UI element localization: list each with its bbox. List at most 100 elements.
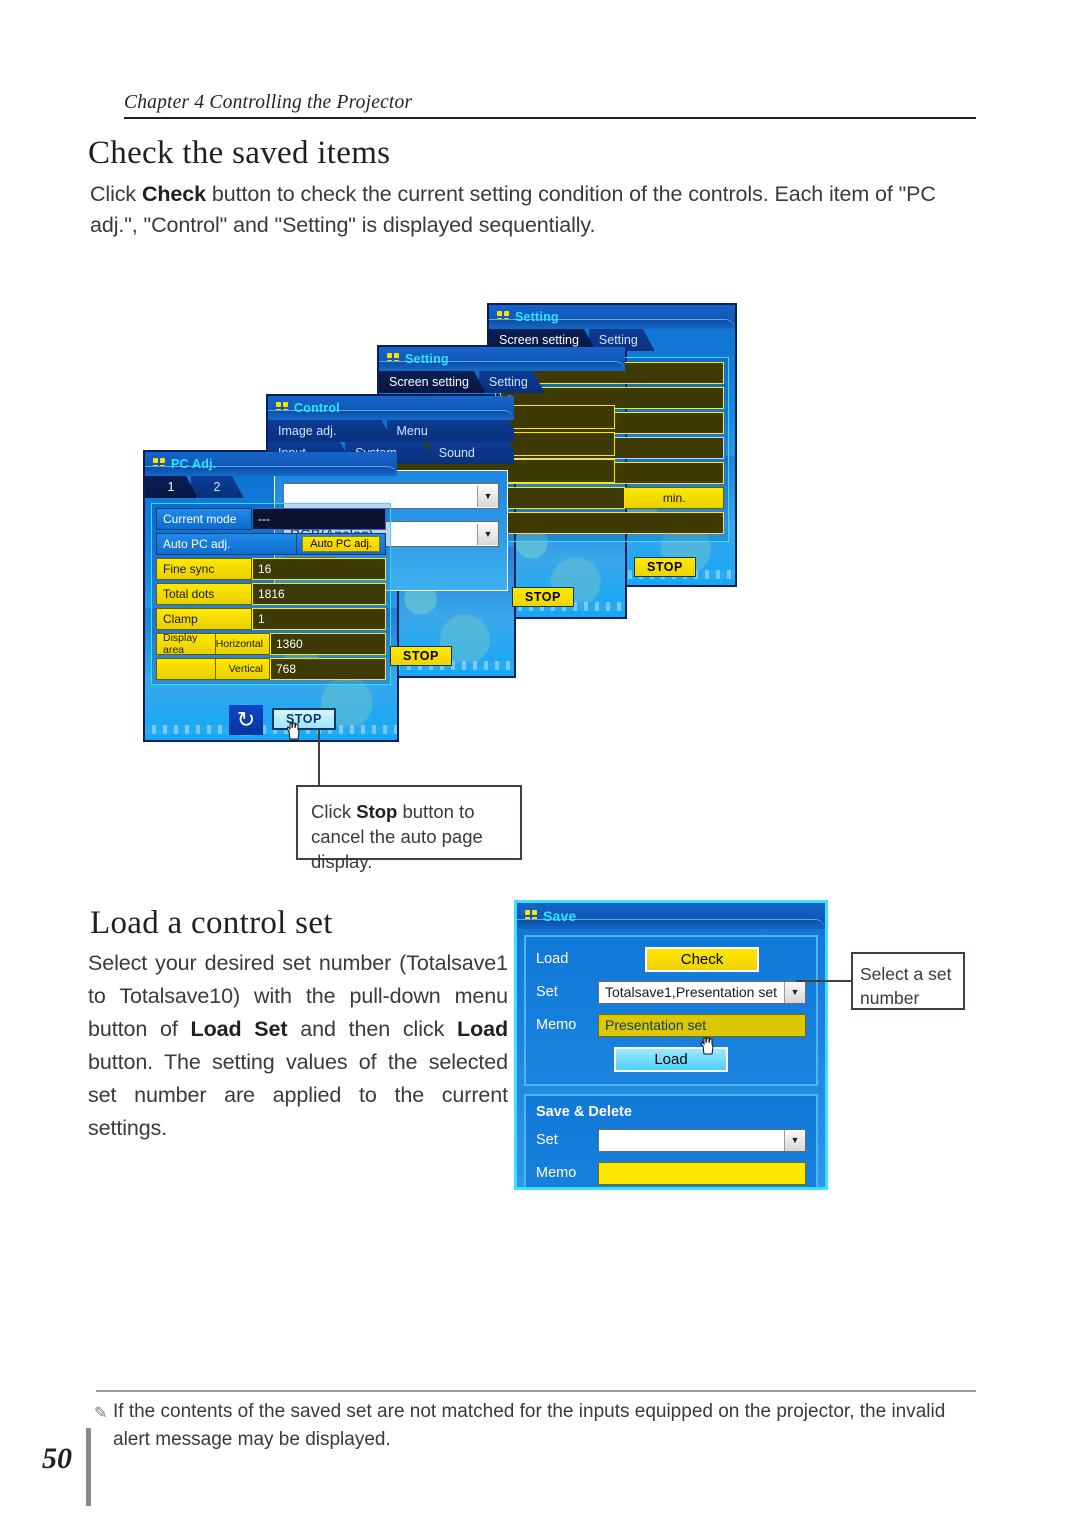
window-save[interactable]: Save Load Check Set Totalsave1,Presentat… — [514, 900, 828, 1190]
load-set-row: Set Totalsave1,Presentation set ▼ — [536, 978, 806, 1006]
set-label: Set — [536, 984, 558, 1000]
row-value: 1 — [252, 608, 386, 630]
row-display-area-vertical[interactable]: Vertical 768 — [156, 658, 386, 680]
setting-row[interactable] — [500, 512, 724, 534]
chevron-down-icon[interactable]: ▼ — [784, 1129, 805, 1151]
row-total-dots[interactable]: Total dots 1816 — [156, 583, 386, 605]
app-dots-icon — [525, 910, 537, 922]
setting-unit: min. — [625, 487, 724, 509]
memo-label: Memo — [536, 1017, 577, 1033]
row-label: Display area — [156, 632, 216, 656]
row-clamp[interactable]: Clamp 1 — [156, 608, 386, 630]
tab-1[interactable]: 1 — [145, 476, 198, 498]
check-button[interactable]: Check — [645, 946, 759, 972]
callout-leader-line — [796, 980, 853, 982]
row-fine-sync[interactable]: Fine sync 16 — [156, 558, 386, 580]
row-value: 768 — [270, 658, 386, 680]
app-dots-icon — [276, 402, 288, 414]
window-title: PC Adj. — [171, 457, 217, 471]
footer-rule — [96, 1390, 976, 1392]
tab-row: 1 2 — [145, 476, 397, 498]
setting-value — [500, 487, 626, 509]
pencil-icon: ✎ — [94, 1405, 108, 1422]
load-memo-field[interactable]: Presentation set — [598, 1013, 806, 1037]
row-label — [156, 658, 216, 680]
callout-select-set-number: Select a set number — [851, 952, 965, 1010]
stop-button[interactable]: STOP — [272, 708, 336, 730]
row-value: 1816 — [252, 583, 386, 605]
tab-2[interactable]: 2 — [191, 476, 244, 498]
window-title: Setting — [405, 352, 449, 366]
chevron-down-icon[interactable]: ▼ — [784, 981, 805, 1003]
stop-button[interactable]: STOP — [634, 557, 696, 577]
chevron-down-icon[interactable]: ▼ — [477, 523, 498, 545]
row-current-mode[interactable]: Current mode --- — [156, 508, 386, 530]
window-pc-adj[interactable]: PC Adj. 1 2 Current mode --- Auto PC adj… — [143, 450, 399, 742]
load-button-row: Load — [536, 1044, 806, 1074]
row-sublabel: Vertical — [216, 658, 270, 680]
row-value: --- — [252, 508, 386, 530]
save-memo-field[interactable] — [598, 1161, 806, 1185]
auto-pc-adj-cell: Auto PC adj. — [297, 533, 386, 555]
load-set-select[interactable]: Totalsave1,Presentation set ▼ — [598, 980, 806, 1004]
callout-leader-line — [318, 722, 320, 787]
callout-stop-note: Click Stop button to cancel the auto pag… — [296, 785, 522, 872]
window-title: Control — [294, 401, 340, 415]
chapter-header: Chapter 4 Controlling the Projector — [124, 92, 976, 119]
footer-note: ✎ If the contents of the saved set are no… — [94, 1398, 983, 1454]
row-label: Current mode — [156, 508, 252, 530]
check-body-post: button to check the current setting cond… — [90, 182, 936, 237]
load-bold-load: Load — [457, 1017, 508, 1041]
titlebar: Save — [517, 903, 825, 929]
chevron-down-icon[interactable]: ▼ — [477, 485, 498, 507]
save-set-row: Set ▼ — [536, 1126, 806, 1154]
save-set-select[interactable]: ▼ — [598, 1128, 806, 1152]
tab-setting[interactable]: Setting — [479, 371, 545, 393]
set-label: Set — [536, 1132, 558, 1148]
tab-menu[interactable]: Menu — [387, 420, 516, 442]
callout-stop-pre: Click — [311, 801, 357, 822]
row-display-area-horizontal[interactable]: Display area Horizontal 1360 — [156, 632, 386, 656]
tab-image-adj[interactable]: Image adj. — [268, 420, 394, 442]
app-dots-icon — [387, 353, 399, 365]
tab-row: Screen setting Setting — [379, 371, 625, 393]
auto-pc-adj-button[interactable]: Auto PC adj. — [302, 536, 380, 552]
pc-adj-panel: Current mode --- Auto PC adj. Auto PC ad… — [151, 503, 391, 685]
hand-cursor-icon — [286, 722, 300, 740]
row-label: Fine sync — [156, 558, 252, 580]
load-body-2: and then click — [287, 1017, 458, 1041]
save-delete-heading: Save & Delete — [536, 1104, 632, 1120]
setting-row-with-unit[interactable]: min. — [500, 487, 724, 509]
titlebar: PC Adj. — [145, 452, 397, 476]
refresh-icon[interactable]: ↻ — [229, 705, 263, 735]
page-number-bar — [86, 1428, 91, 1506]
row-auto-pc-adj[interactable]: Auto PC adj. Auto PC adj. — [156, 533, 386, 555]
load-set-value: Totalsave1,Presentation set — [605, 984, 777, 1000]
load-group-panel: Load Check Set Totalsave1,Presentation s… — [524, 935, 818, 1086]
stop-button[interactable]: STOP — [390, 646, 452, 666]
row-sublabel: Horizontal — [216, 633, 270, 655]
row-label: Auto PC adj. — [156, 533, 298, 555]
header-rule — [124, 117, 976, 119]
titlebar: Setting — [379, 347, 625, 371]
section-heading-load: Load a control set — [90, 905, 333, 941]
stop-button[interactable]: STOP — [512, 587, 574, 607]
app-dots-icon — [497, 311, 509, 323]
chapter-title: Chapter 4 Controlling the Projector — [124, 92, 413, 113]
save-memo-row: Memo — [536, 1159, 806, 1187]
tab-screen-setting[interactable]: Screen setting — [379, 371, 486, 393]
tab-row-1: Image adj. Menu — [268, 420, 514, 442]
app-dots-icon — [153, 458, 165, 470]
load-body-3: button. The setting values of the select… — [88, 1050, 508, 1140]
row-label: Total dots — [156, 583, 252, 605]
row-value: 16 — [252, 558, 386, 580]
load-bold-load-set: Load Set — [190, 1017, 288, 1041]
window-title: Setting — [515, 310, 559, 324]
section-body-load: Select your desired set number (Totalsav… — [88, 947, 508, 1145]
hand-cursor-icon — [700, 1037, 714, 1055]
load-row: Load Check — [536, 945, 806, 973]
check-bold-word: Check — [141, 182, 207, 206]
tab-sound[interactable]: Sound — [429, 442, 516, 464]
check-body-pre: Click — [90, 182, 142, 206]
document-page: Chapter 4 Controlling the Projector Chec… — [0, 0, 1080, 1527]
